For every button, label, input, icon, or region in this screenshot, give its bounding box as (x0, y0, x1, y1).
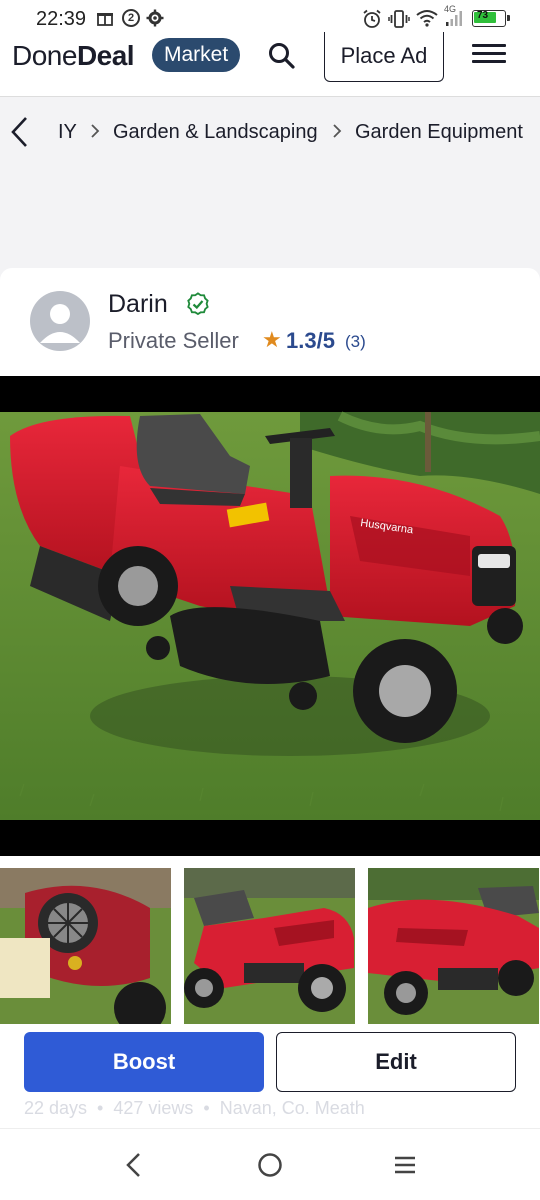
chevron-right-icon (330, 122, 344, 140)
meta-separator: • (97, 1098, 104, 1118)
market-badge[interactable]: Market (152, 38, 241, 72)
home-icon[interactable] (257, 1152, 283, 1178)
signal-strength-icon (444, 9, 462, 27)
status-bar: 22:39 2 4G 73 (0, 0, 540, 36)
meta-separator: • (203, 1098, 210, 1118)
action-bar: Boost Edit 22 days • 427 views • Navan, Co. … (0, 1024, 540, 1128)
vibrate-icon (388, 9, 410, 28)
app-header: DoneDeal Market Place Ad (0, 32, 540, 96)
rating-count[interactable]: (3) (345, 332, 366, 352)
edit-button[interactable]: Edit (276, 1032, 516, 1092)
listing-location: Navan, Co. Meath (219, 1098, 365, 1118)
settings-gear-icon (146, 9, 164, 27)
breadcrumb-item[interactable]: Garden Equipment (355, 121, 523, 144)
thumbnail-image[interactable] (184, 868, 355, 1026)
alarm-icon (362, 9, 381, 28)
status-time: 22:39 (36, 8, 87, 30)
listing-main-image[interactable]: Husqvarna (0, 376, 540, 856)
seller-rating[interactable]: 1.3/5 (286, 328, 335, 354)
thumbnail-image[interactable] (368, 868, 539, 1026)
place-ad-button[interactable]: Place Ad (324, 32, 444, 82)
donedeal-logo[interactable]: DoneDeal (12, 40, 135, 72)
gift-icon (96, 9, 114, 27)
boost-button[interactable]: Boost (24, 1032, 264, 1092)
logo-text-light: Done (12, 40, 77, 71)
star-icon: ★ (262, 327, 282, 352)
logo-text-bold: Deal (76, 40, 135, 71)
battery-icon: 73 (472, 10, 510, 27)
wifi-icon (416, 9, 438, 27)
listing-meta: 22 days • 427 views • Navan, Co. Meath (24, 1098, 375, 1119)
seller-type: Private Seller (108, 328, 239, 353)
verified-badge-icon (186, 292, 210, 316)
listing-age: 22 days (24, 1098, 88, 1118)
mower-photo: Husqvarna (0, 411, 540, 820)
battery-level: 73 (477, 10, 489, 21)
chevron-left-icon[interactable] (8, 115, 32, 149)
chevron-right-icon (88, 122, 102, 140)
hamburger-menu-icon[interactable] (472, 40, 506, 70)
listing-views: 427 views (113, 1098, 194, 1118)
back-icon[interactable] (122, 1151, 146, 1179)
thumbnail-strip (0, 856, 540, 1036)
seller-name[interactable]: Darin (108, 290, 168, 319)
notification-count-badge: 2 (122, 9, 140, 27)
breadcrumb-item[interactable]: IY (58, 121, 77, 144)
search-button[interactable] (266, 40, 298, 72)
breadcrumb-item[interactable]: Garden & Landscaping (113, 121, 318, 144)
thumbnail-image[interactable] (0, 868, 171, 1026)
system-nav-bar (0, 1128, 540, 1200)
search-icon (269, 43, 295, 69)
avatar (30, 291, 90, 351)
seller-card[interactable]: Darin Private Seller ★ 1.3/5 (3) (0, 268, 540, 376)
recents-menu-icon[interactable] (393, 1154, 417, 1176)
breadcrumb: IY Garden & Landscaping Garden Equipment (0, 97, 540, 169)
